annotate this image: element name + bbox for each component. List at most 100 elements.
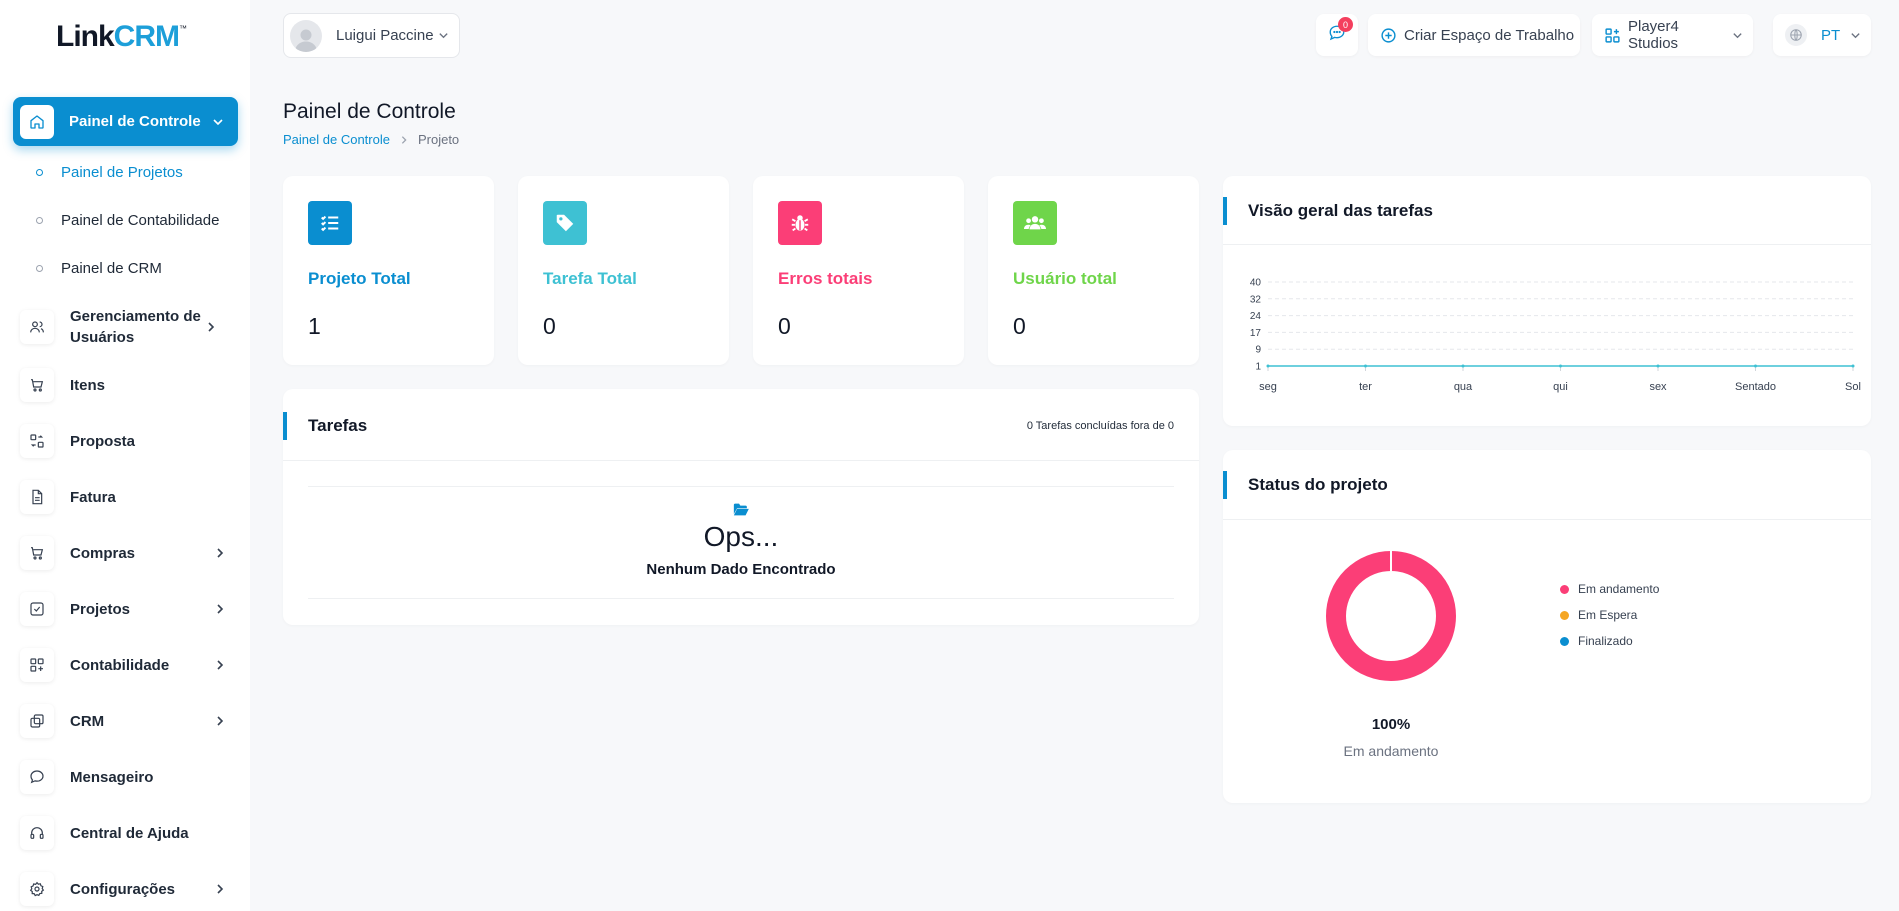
empty-title: Ops... [703, 521, 779, 552]
breadcrumb-link[interactable]: Painel de Controle [283, 132, 390, 147]
x-tick-label: ter [1359, 381, 1372, 393]
chevron-right-icon [214, 883, 226, 895]
sidebar-item-central-de-ajuda[interactable]: Central de Ajuda [20, 816, 238, 850]
headphones-icon [20, 816, 54, 850]
workspace-selector[interactable]: Player4 Studios [1592, 14, 1753, 56]
line-chart: 40 32 24 17 9 1 seg ter qua qui sex Sentado Sol [1250, 278, 1861, 394]
sidebar-subitem-label: Painel de CRM [61, 260, 162, 277]
breadcrumb: Painel de Controle Projeto [283, 132, 459, 147]
proposal-icon [20, 424, 54, 458]
legend-item[interactable]: Em andamento [1560, 582, 1659, 596]
breadcrumb-current: Projeto [417, 132, 460, 147]
sidebar-item-label: CRM [70, 712, 105, 730]
card-title: Tarefas [308, 416, 368, 435]
empty-text: Nenhum Dado Encontrado [646, 561, 836, 578]
donut-chart [1326, 551, 1456, 681]
donut-slice[interactable] [1326, 551, 1456, 681]
sidebar-item-projetos[interactable]: Projetos [20, 592, 238, 626]
legend-item[interactable]: Em Espera [1560, 608, 1637, 622]
grid-plus-icon [20, 648, 54, 682]
divider [308, 486, 1174, 487]
y-tick-label: 17 [1250, 328, 1262, 339]
apps-icon [1604, 27, 1621, 44]
card-title: Status do projeto [1248, 475, 1388, 494]
create-workspace-label: Criar Espaço de Trabalho [1404, 26, 1575, 44]
data-point [1461, 364, 1465, 368]
legend-swatch [1560, 636, 1569, 646]
language-code: PT [1821, 26, 1841, 44]
sidebar: LinkCRM™ Painel de Controle Painel de Pr… [0, 0, 250, 911]
y-tick-label: 40 [1250, 278, 1262, 289]
sidebar-subitem-painel-de-contabilidade[interactable]: Painel de Contabilidade [36, 212, 219, 229]
globe-icon [1785, 24, 1807, 46]
chevron-right-icon [214, 715, 226, 727]
y-tick-label: 9 [1255, 345, 1261, 356]
bullet-icon [36, 265, 43, 272]
sidebar-item-painel-de-controle[interactable]: Painel de Controle [13, 97, 238, 146]
sidebar-item-fatura[interactable]: Fatura [20, 480, 238, 514]
page-title: Painel de Controle [283, 100, 456, 123]
sidebar-item-gerenciamento-de-usuarios[interactable]: Gerenciamento de Usuários [20, 306, 238, 348]
users-group-icon [1013, 201, 1057, 245]
chevron-right-icon [205, 321, 217, 333]
sidebar-item-label: Contabilidade [70, 656, 170, 674]
x-tick-label: qua [1454, 381, 1473, 393]
sidebar-item-label: Configurações [70, 880, 176, 898]
legend-label: Finalizado [1578, 634, 1633, 648]
tasks-overview-card: Visão geral das tarefas 40 32 24 17 9 1 seg ter… [1223, 176, 1871, 426]
sidebar-subitem-label: Painel de Contabilidade [61, 212, 220, 229]
create-workspace-button[interactable]: Criar Espaço de Trabalho [1368, 14, 1580, 56]
tasks-card: Tarefas 0 Tarefas concluídas fora de 0 O… [283, 389, 1199, 625]
sidebar-item-compras[interactable]: Compras [20, 536, 238, 570]
data-point [1851, 364, 1855, 368]
sidebar-item-label: Itens [70, 376, 106, 394]
sidebar-item-itens[interactable]: Itens [20, 368, 238, 402]
donut-center-label: Em andamento [1343, 743, 1439, 759]
sidebar-item-label: Compras [70, 544, 136, 562]
messages-button[interactable]: 0 [1316, 14, 1358, 56]
y-tick-label: 24 [1250, 311, 1262, 322]
stat-value: 0 [778, 313, 791, 339]
data-point [1656, 364, 1660, 368]
data-point [1364, 364, 1367, 368]
sidebar-subitem-painel-de-projetos[interactable]: Painel de Projetos [36, 164, 183, 181]
stat-card-bugs: Erros totais 0 [753, 176, 964, 365]
chevron-right-icon [214, 659, 226, 671]
stat-title: Usuário total [1013, 269, 1117, 288]
data-point [1266, 364, 1270, 368]
x-tick-label: qui [1553, 381, 1568, 393]
donut-center-value: 100% [1371, 716, 1411, 733]
stat-card-tasks: Tarefa Total 0 [518, 176, 729, 365]
app-logo[interactable]: LinkCRM™ [56, 20, 187, 54]
bullet-icon [36, 169, 43, 176]
data-point [1559, 364, 1562, 368]
chevron-right-icon [214, 603, 226, 615]
sidebar-item-label: Proposta [70, 432, 136, 450]
sidebar-item-configuracoes[interactable]: Configurações [20, 872, 238, 906]
sidebar-item-proposta[interactable]: Proposta [20, 424, 238, 458]
stat-value: 0 [543, 313, 556, 339]
x-tick-label: seg [1259, 381, 1277, 393]
sidebar-item-label: Fatura [70, 488, 116, 506]
tasks-summary: 0 Tarefas concluídas fora de 0 [1026, 420, 1174, 432]
language-selector[interactable]: PT [1773, 14, 1871, 56]
sidebar-subitem-painel-de-crm[interactable]: Painel de CRM [36, 260, 162, 277]
x-tick-label: sex [1649, 381, 1667, 393]
user-menu[interactable]: Luigui Paccine [283, 13, 460, 58]
bug-icon [778, 201, 822, 245]
legend-item[interactable]: Finalizado [1560, 634, 1633, 648]
card-accent [283, 412, 287, 440]
y-tick-label: 32 [1250, 294, 1262, 305]
sidebar-item-label: Mensageiro [70, 768, 154, 786]
chevron-down-icon [212, 116, 224, 128]
cart-icon [20, 536, 54, 570]
sidebar-item-contabilidade[interactable]: Contabilidade [20, 648, 238, 682]
sidebar-item-mensageiro[interactable]: Mensageiro [20, 760, 238, 794]
x-tick-label: Sol [1845, 381, 1861, 393]
x-tick-label: Sentado [1735, 381, 1776, 393]
stat-title: Tarefa Total [543, 269, 637, 288]
stat-title: Projeto Total [308, 269, 411, 288]
sidebar-item-label: Central de Ajuda [70, 824, 189, 842]
sidebar-item-crm[interactable]: CRM [20, 704, 238, 738]
users-icon [20, 310, 54, 344]
